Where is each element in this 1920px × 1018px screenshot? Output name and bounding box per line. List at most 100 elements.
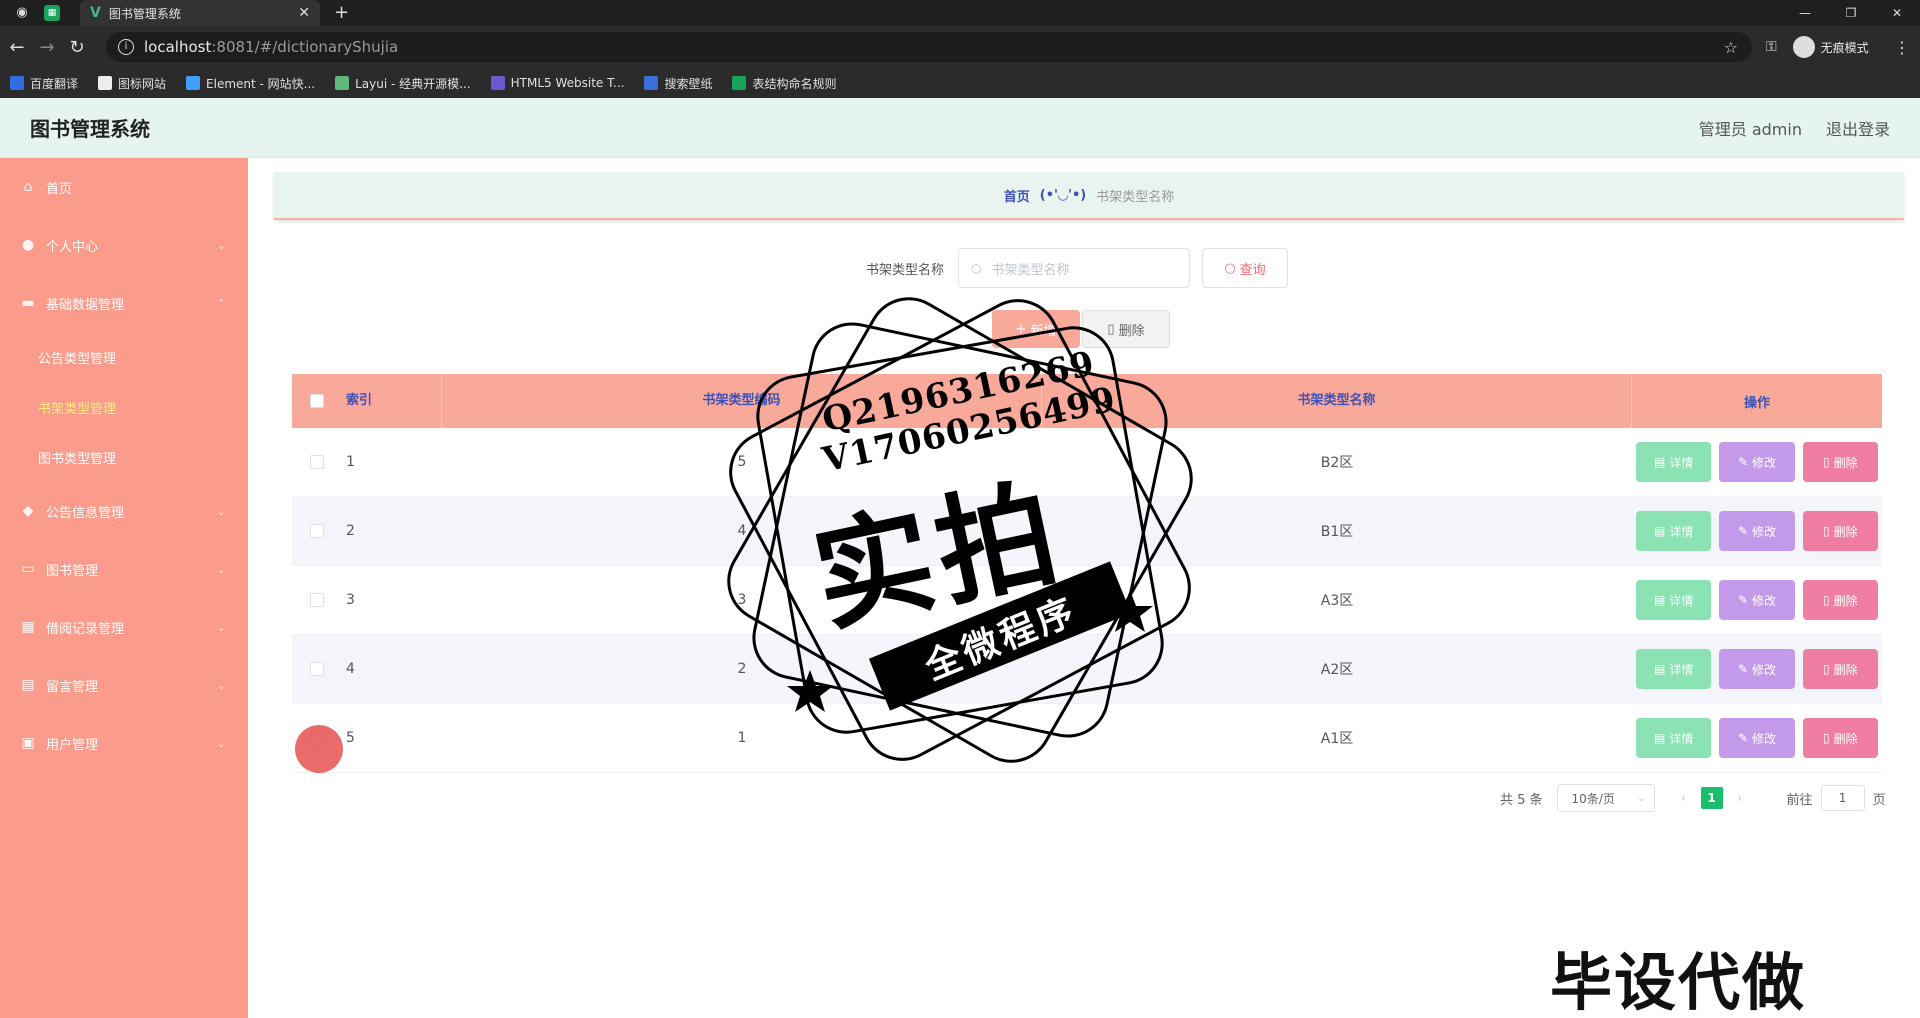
- sidebar-subitem-shelf-type[interactable]: 书架类型管理: [0, 382, 248, 432]
- next-page-icon[interactable]: ›: [1729, 791, 1751, 806]
- browser-toolbar: ← → ↻ i localhost:8081/#/dictionaryShuji…: [0, 26, 1920, 68]
- reload-icon[interactable]: ↻: [62, 37, 92, 58]
- edit-button[interactable]: ✎ 修改: [1719, 580, 1795, 620]
- bookmark-item[interactable]: HTML5 Website T...: [490, 76, 624, 90]
- prev-page-icon[interactable]: ‹: [1673, 791, 1695, 806]
- site-info-icon[interactable]: i: [118, 39, 134, 55]
- search-form: 书架类型名称 ○ 书架类型名称 ○ 查询: [866, 248, 1289, 288]
- page-suffix: 页: [1872, 792, 1886, 808]
- detail-button[interactable]: ▤ 详情: [1636, 580, 1712, 620]
- edit-button[interactable]: ✎ 修改: [1719, 649, 1795, 689]
- select-all-checkbox[interactable]: [310, 394, 324, 408]
- new-tab-icon[interactable]: +: [334, 2, 349, 23]
- grid-icon: ▦: [21, 619, 35, 635]
- cell-index: 1: [346, 454, 355, 470]
- delete-button[interactable]: ▯ 删除: [1802, 649, 1878, 689]
- row-checkbox[interactable]: [310, 524, 324, 538]
- edit-button[interactable]: ✎ 修改: [1719, 718, 1795, 758]
- incognito-indicator[interactable]: ⚿ 无痕模式: [1766, 36, 1869, 58]
- browser-tab-title: 图书管理系统: [108, 6, 181, 21]
- edit-button[interactable]: ✎ 修改: [1719, 511, 1795, 551]
- document-icon: ▤: [1653, 524, 1666, 538]
- table-icon: ▤: [21, 677, 35, 693]
- cell-index: 4: [346, 661, 355, 677]
- back-icon[interactable]: ←: [2, 37, 32, 58]
- column-header-index: 索引: [342, 374, 442, 428]
- incognito-icon: [1792, 36, 1815, 58]
- logout-link[interactable]: 退出登录: [1826, 116, 1890, 140]
- browser-tab[interactable]: V 图书管理系统 ✕: [80, 0, 320, 26]
- detail-button[interactable]: ▤ 详情: [1636, 442, 1712, 482]
- search-button[interactable]: ○ 查询: [1202, 248, 1289, 288]
- detail-button[interactable]: ▤ 详情: [1636, 718, 1712, 758]
- sidebar-item-notice-info[interactable]: ◆ 公告信息管理 ⌄: [0, 482, 248, 540]
- bookmark-item[interactable]: Layui - 经典开源模...: [335, 75, 471, 92]
- row-checkbox[interactable]: [310, 455, 324, 469]
- detail-button[interactable]: ▤ 详情: [1636, 511, 1712, 551]
- sidebar-item-borrow-records[interactable]: ▦ 借阅记录管理 ⌄: [0, 598, 248, 656]
- password-key-icon[interactable]: ⚿: [1766, 39, 1777, 55]
- breadcrumb-current: 书架类型名称: [1096, 189, 1175, 205]
- bookmark-item[interactable]: 搜索壁纸: [644, 75, 712, 92]
- sidebar-item-users[interactable]: ▣ 用户管理 ⌄: [0, 714, 248, 772]
- sidebar-item-profile[interactable]: ● 个人中心 ⌄: [0, 216, 248, 274]
- breadcrumb-home[interactable]: 首页: [1004, 186, 1030, 205]
- browser-profile-icon[interactable]: ◉: [14, 5, 30, 21]
- minimize-icon[interactable]: —: [1782, 6, 1828, 20]
- document-icon: ▤: [1653, 593, 1666, 607]
- edit-button[interactable]: ✎ 修改: [1719, 442, 1795, 482]
- url-path: :8081/#/dictionaryShujia: [211, 38, 399, 56]
- home-icon: ⌂: [23, 179, 33, 195]
- page-number-current[interactable]: 1: [1700, 787, 1723, 809]
- chevron-down-icon: ⌄: [216, 620, 226, 634]
- sidebar-item-books[interactable]: ▭ 图书管理 ⌄: [0, 540, 248, 598]
- chat-icon: ▭: [21, 561, 35, 577]
- sidebar: ⌂ 首页 ● 个人中心 ⌄ ▬ 基础数据管理 ⌃ 公告类型管理 书架类型管理 图书类型管理…: [0, 158, 248, 1018]
- bookmark-favicon-icon: [644, 76, 659, 90]
- browser-menu-icon[interactable]: ⋮: [1894, 38, 1910, 57]
- delete-button[interactable]: ▯ 删除: [1802, 511, 1878, 551]
- search-input[interactable]: ○ 书架类型名称: [958, 248, 1191, 288]
- delete-button[interactable]: ▯ 删除: [1802, 718, 1878, 758]
- tab-group-icon[interactable]: ▦: [44, 5, 60, 21]
- sidebar-item-messages[interactable]: ▤ 留言管理 ⌄: [0, 656, 248, 714]
- bookmark-item[interactable]: 百度翻译: [10, 75, 78, 92]
- goto-page-input[interactable]: 1: [1820, 785, 1865, 811]
- close-window-icon[interactable]: ✕: [1874, 6, 1920, 20]
- forward-icon[interactable]: →: [32, 37, 62, 58]
- bookmark-star-icon[interactable]: ☆: [1724, 38, 1738, 57]
- delete-button[interactable]: ▯ 删除: [1802, 442, 1878, 482]
- row-checkbox[interactable]: [310, 593, 324, 607]
- trash-icon: ▯: [1823, 731, 1830, 745]
- pin-icon: ◆: [22, 503, 34, 519]
- sidebar-item-home[interactable]: ⌂ 首页: [0, 158, 248, 216]
- trash-icon: ▯: [1823, 455, 1830, 469]
- sidebar-item-base-data[interactable]: ▬ 基础数据管理 ⌃: [0, 274, 248, 332]
- delete-button[interactable]: ▯ 删除: [1802, 580, 1878, 620]
- bookmark-item[interactable]: Element - 网站快...: [186, 75, 315, 92]
- chevron-down-icon: ⌄: [216, 562, 226, 576]
- close-tab-icon[interactable]: ✕: [298, 5, 310, 21]
- sidebar-subitem-notice-type[interactable]: 公告类型管理: [0, 332, 248, 382]
- row-checkbox[interactable]: [310, 662, 324, 676]
- bookmark-favicon-icon: [490, 76, 505, 90]
- detail-button[interactable]: ▤ 详情: [1636, 649, 1712, 689]
- search-label: 书架类型名称: [866, 262, 945, 278]
- chevron-down-icon: ⌄: [216, 504, 226, 518]
- app-title: 图书管理系统: [30, 117, 150, 141]
- url-host: localhost: [144, 38, 212, 56]
- column-header-ops: 操作: [1743, 395, 1770, 411]
- user-icon: ●: [21, 237, 35, 253]
- restore-icon[interactable]: ❐: [1828, 6, 1874, 20]
- clipboard-icon: ▣: [21, 735, 35, 751]
- bookmark-favicon-icon: [98, 76, 113, 90]
- chevron-down-icon: ⌄: [216, 238, 226, 252]
- trash-icon: ▯: [1823, 524, 1830, 538]
- bookmark-item[interactable]: 表结构命名规则: [732, 75, 836, 92]
- goto-label: 前往: [1786, 792, 1813, 808]
- page-size-select[interactable]: 10条/页 ⌄: [1556, 784, 1655, 812]
- chevron-up-icon: ⌃: [216, 296, 226, 310]
- sidebar-subitem-book-type[interactable]: 图书类型管理: [0, 432, 248, 482]
- bookmark-item[interactable]: 图标网站: [98, 75, 166, 92]
- address-bar[interactable]: i localhost:8081/#/dictionaryShujia ☆: [106, 32, 1752, 62]
